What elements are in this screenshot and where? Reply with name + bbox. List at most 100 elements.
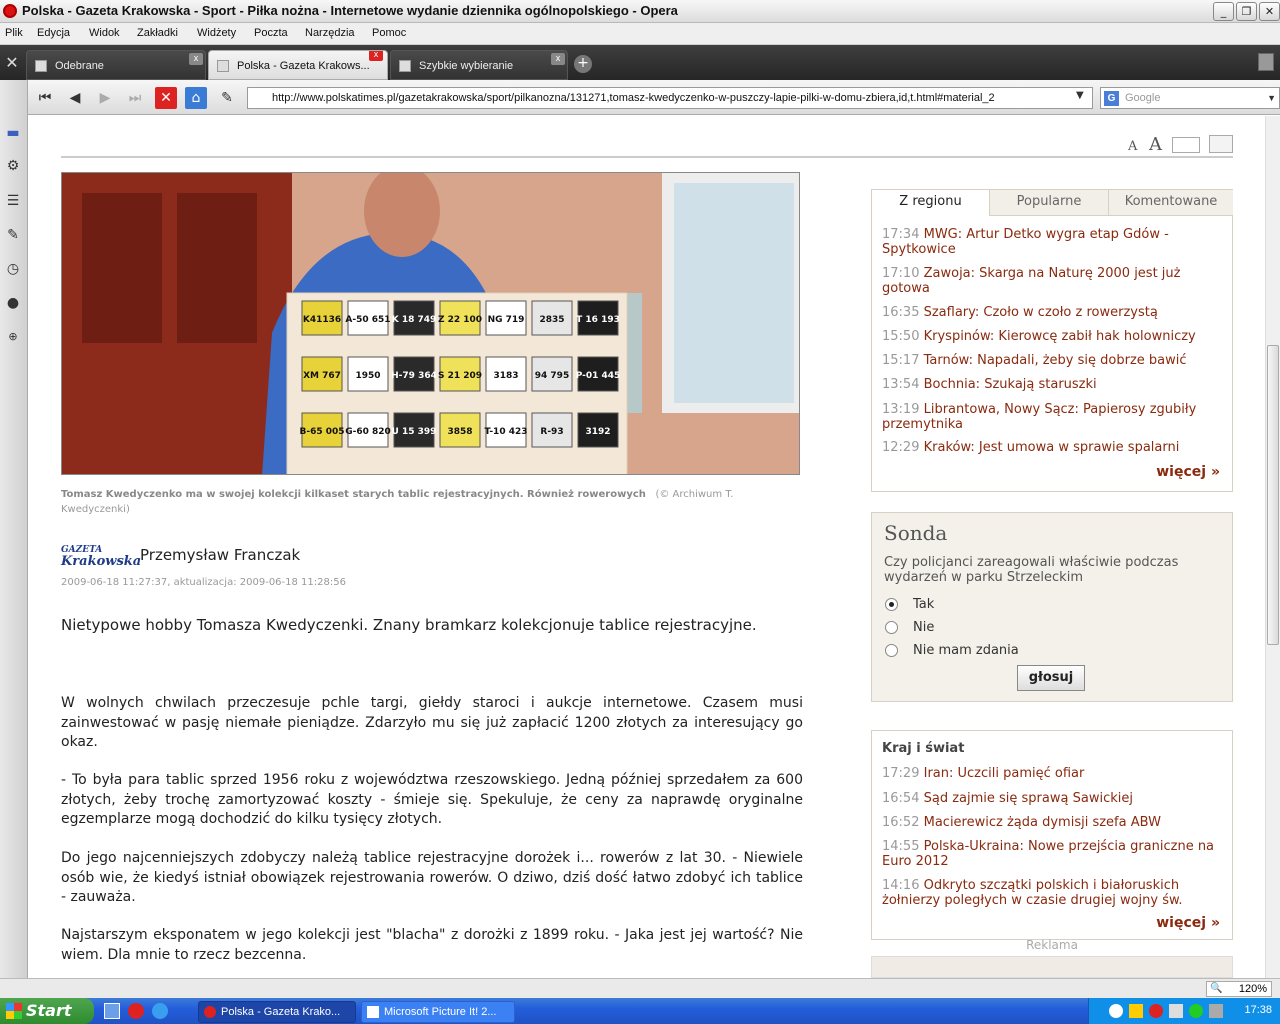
menu-narzedzia[interactable]: Narzędzia <box>305 27 355 39</box>
license-plate-text: K41136 <box>303 315 341 325</box>
license-plate-text: U 15 399 <box>392 427 437 437</box>
search-dropdown-icon[interactable]: ▼ <box>1267 88 1276 108</box>
ie-quicklaunch-icon[interactable] <box>152 1003 168 1019</box>
license-plate-text: T 16 193 <box>576 315 620 325</box>
tab-komentowane[interactable]: Komentowane <box>1108 190 1233 216</box>
menu-edycja[interactable]: Edycja <box>37 27 70 39</box>
license-plate-text: 2835 <box>539 315 564 325</box>
network-icon[interactable] <box>1169 1004 1183 1018</box>
more-world-link[interactable]: więcej » <box>1156 915 1220 931</box>
scrollbar-thumb[interactable] <box>1267 345 1279 645</box>
menu-widok[interactable]: Widok <box>89 27 120 39</box>
news-item[interactable]: 16:54 Sąd zajmie się sprawą Sawickiej <box>882 791 1224 807</box>
news-item[interactable]: 13:54 Bochnia: Szukają staruszki <box>882 377 1224 393</box>
email-icon[interactable] <box>1172 137 1200 153</box>
add-panel-icon[interactable]: ⊕ <box>2 326 24 348</box>
news-item[interactable]: 16:52 Macierewicz żąda dymisji szefa ABW <box>882 815 1224 831</box>
news-item[interactable]: 12:29 Kraków: Jest umowa w sprawie spala… <box>882 440 1224 456</box>
news-item[interactable]: 17:10 Zawoja: Skarga na Naturę 2000 jest… <box>882 266 1224 296</box>
license-plate-text: Z 22 100 <box>438 315 482 325</box>
address-dropdown-icon[interactable]: ▼ <box>1076 90 1084 101</box>
home-icon[interactable]: ⌂ <box>185 87 207 109</box>
font-increase-icon[interactable]: A <box>1149 134 1162 155</box>
menu-pomoc[interactable]: Pomoc <box>372 27 406 39</box>
news-item[interactable]: 17:34 MWG: Artur Detko wygra etap Gdów -… <box>882 227 1224 257</box>
opera-tray-icon[interactable] <box>1149 1004 1163 1018</box>
back-icon[interactable]: ◀ <box>64 87 86 109</box>
start-button[interactable]: Start <box>0 998 94 1024</box>
minimize-button[interactable]: _ <box>1213 2 1234 21</box>
menu-plik[interactable]: Plik <box>5 27 23 39</box>
mail-panel-icon[interactable]: ▬ <box>2 122 24 144</box>
settings-panel-icon[interactable]: ⚙ <box>2 155 24 177</box>
stop-icon[interactable]: ✕ <box>155 87 177 109</box>
trash-icon[interactable] <box>1258 53 1274 71</box>
more-region-link[interactable]: więcej » <box>1156 464 1220 480</box>
menu-poczta[interactable]: Poczta <box>254 27 288 39</box>
menu-widzety[interactable]: Widżety <box>197 27 236 39</box>
ad-label: Reklama <box>1026 938 1078 952</box>
new-tab-icon[interactable]: + <box>574 55 592 73</box>
close-button[interactable]: ✕ <box>1259 2 1280 21</box>
news-item[interactable]: 15:50 Kryspinów: Kierowcę zabił hak holo… <box>882 329 1224 345</box>
tab-speed-dial[interactable]: Szybkie wybieranie x <box>390 50 568 80</box>
tab-z-regionu[interactable]: Z regionu <box>872 190 989 216</box>
tab-close-icon[interactable]: x <box>189 53 203 65</box>
tray-icon[interactable] <box>1109 1004 1123 1018</box>
show-desktop-icon[interactable] <box>104 1003 120 1019</box>
taskbar-item-picture-it[interactable]: Microsoft Picture It! 2... <box>361 1001 515 1023</box>
forward-icon[interactable]: ▶ <box>94 87 116 109</box>
windows-logo-icon <box>6 1003 22 1019</box>
tab-close-icon[interactable]: x <box>369 51 383 61</box>
contacts-panel-icon[interactable]: ● <box>2 292 24 314</box>
volume-icon[interactable] <box>1209 1004 1223 1018</box>
news-item[interactable]: 17:29 Iran: Uczcili pamięć ofiar <box>882 766 1224 782</box>
article-paragraph: Do jego najcenniejszych zdobyczy należą … <box>61 850 803 905</box>
vote-button[interactable]: głosuj <box>1017 665 1085 691</box>
print-icon[interactable] <box>1209 135 1233 153</box>
history-panel-icon[interactable]: ◷ <box>2 258 24 280</box>
news-item[interactable]: 16:35 Szaflary: Czoło w czoło z rowerzys… <box>882 305 1224 321</box>
license-plate-text: G-60 820 <box>345 427 391 437</box>
tab-gazeta[interactable]: Polska - Gazeta Krakows... x <box>208 50 388 80</box>
news-item[interactable]: 14:16 Odkryto szczątki polskich i białor… <box>882 878 1224 908</box>
zoom-control[interactable]: 🔍 120% <box>1206 981 1272 997</box>
license-plate-text: R-93 <box>540 427 563 437</box>
world-news-title: Kraj i świat <box>882 741 965 756</box>
page-icon <box>399 60 411 72</box>
zoom-icon: 🔍 <box>1210 983 1223 994</box>
address-bar[interactable]: http://www.polskatimes.pl/gazetakrakowsk… <box>247 87 1093 109</box>
security-shield-icon[interactable] <box>1129 1004 1143 1018</box>
ad-banner[interactable] <box>871 956 1233 978</box>
maximize-button[interactable]: ❐ <box>1236 2 1257 21</box>
poll-option-radio[interactable] <box>885 621 898 634</box>
search-input[interactable]: G Google ▼ <box>1100 87 1280 109</box>
news-tabs-box: Z regionu Popularne Komentowane 17:34 MW… <box>871 189 1233 492</box>
tab-close-icon[interactable]: x <box>551 53 565 65</box>
chat-panel-icon[interactable]: ☰ <box>2 190 24 212</box>
poll-option-radio[interactable] <box>885 598 898 611</box>
news-item[interactable]: 13:19 Librantowa, Nowy Sącz: Papierosy z… <box>882 402 1224 432</box>
messenger-icon[interactable] <box>1189 1004 1203 1018</box>
poll-question: Czy policjanci zareagowali właściwie pod… <box>884 555 1179 585</box>
rewind-icon[interactable]: ⏮ <box>34 87 56 109</box>
font-decrease-icon[interactable]: A <box>1128 139 1137 154</box>
news-item[interactable]: 14:55 Polska-Ukraina: Nowe przejścia gra… <box>882 839 1224 869</box>
tab-popularne[interactable]: Popularne <box>989 190 1108 216</box>
tools-panel-icon[interactable]: ✎ <box>2 224 24 246</box>
poll-option-label: Nie mam zdania <box>913 643 1019 658</box>
poll-option-radio[interactable] <box>885 644 898 657</box>
system-tray: 17:38 <box>1088 998 1280 1024</box>
tab-label: Szybkie wybieranie <box>419 60 514 72</box>
article-paragraph: Najstarszym eksponatem w jego kolekcji j… <box>61 927 803 963</box>
news-item[interactable]: 15:17 Tarnów: Napadali, żeby się dobrze … <box>882 353 1224 369</box>
fast-forward-icon[interactable]: ⏭ <box>124 87 146 109</box>
menu-zakladki[interactable]: Zakładki <box>137 27 178 39</box>
opera-icon <box>204 1006 216 1018</box>
taskbar-item-opera[interactable]: Polska - Gazeta Krako... <box>198 1001 356 1023</box>
license-plate-text: P-01 445 <box>576 371 621 381</box>
tab-odebrane[interactable]: Odebrane x <box>26 50 206 80</box>
edit-icon[interactable]: ✎ <box>216 87 238 109</box>
opera-quicklaunch-icon[interactable] <box>128 1003 144 1019</box>
tools-icon[interactable]: ✕ <box>2 53 22 73</box>
